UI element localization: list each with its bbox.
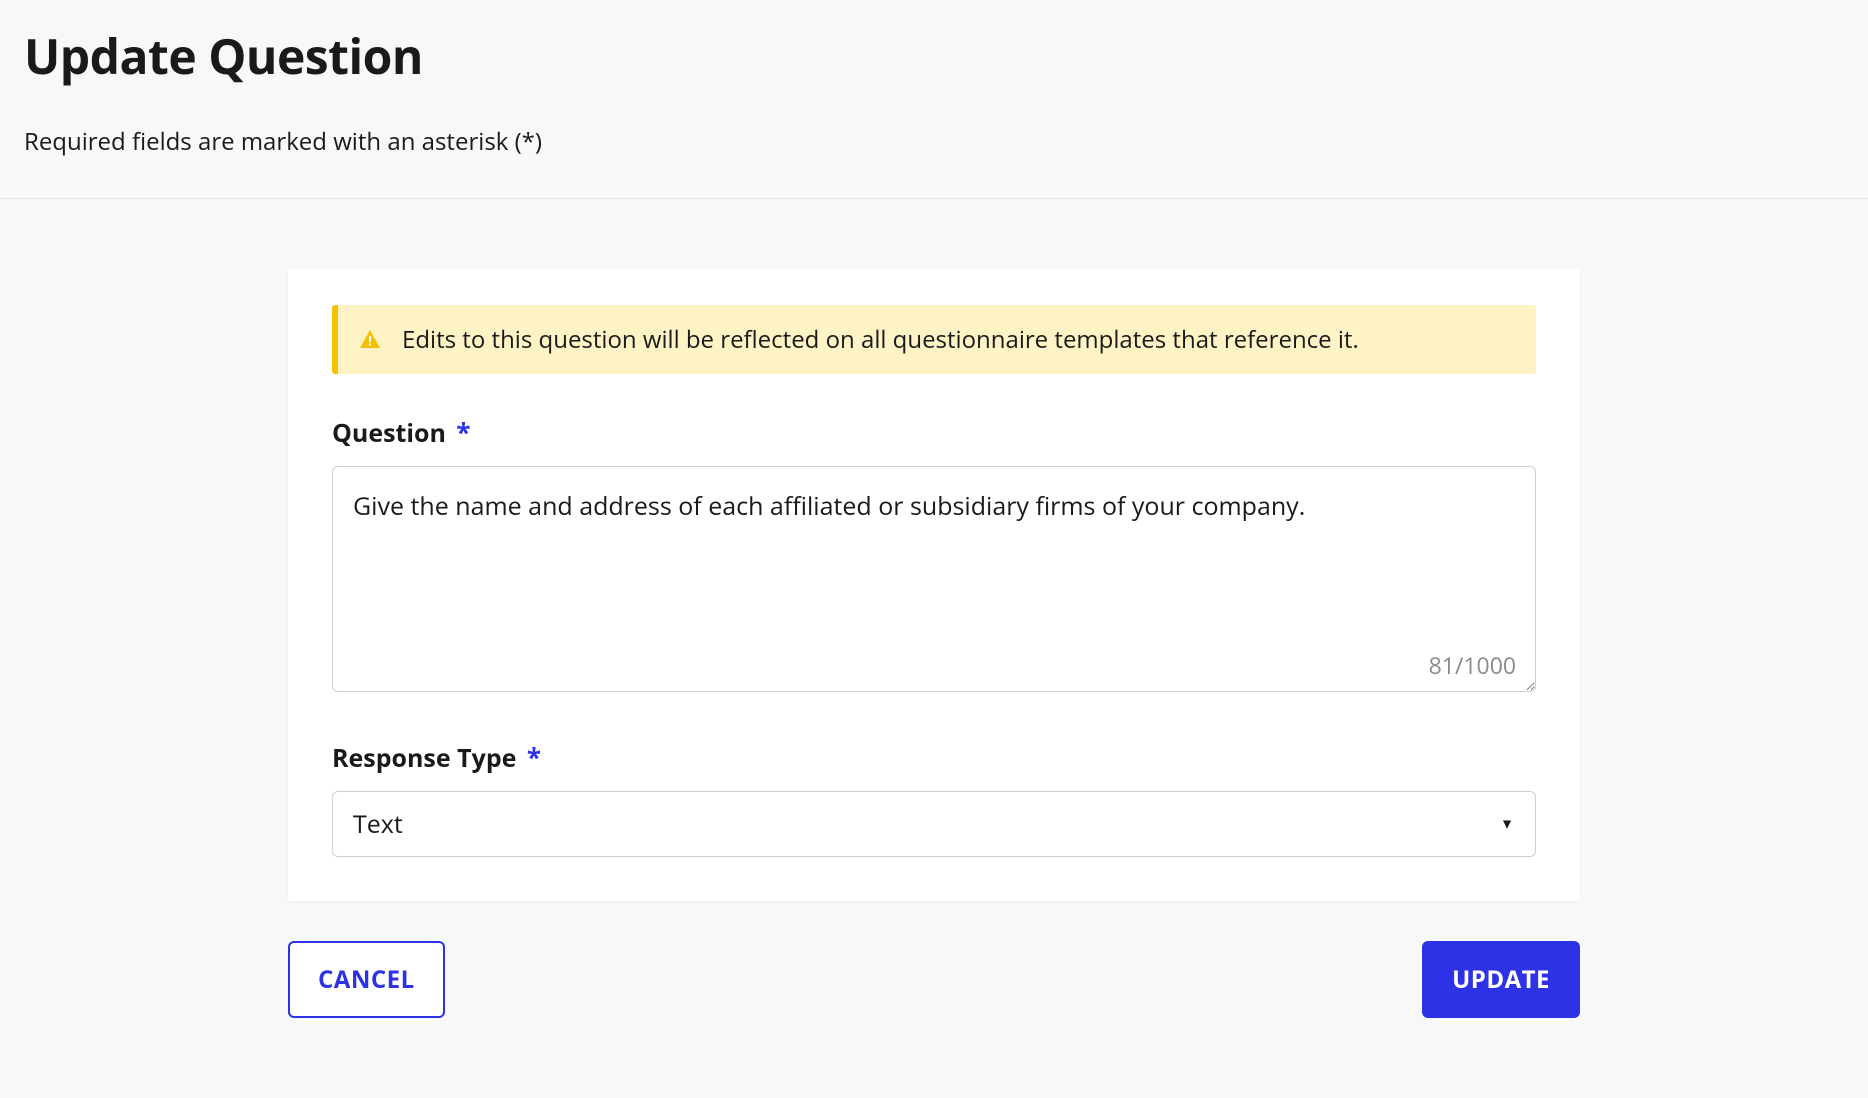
button-row: CANCEL UPDATE <box>288 941 1580 1018</box>
warning-icon <box>358 328 382 352</box>
response-type-label: Response Type * <box>332 739 541 775</box>
question-textarea-wrapper: 81/1000 <box>332 466 1536 697</box>
response-type-label-text: Response Type <box>332 741 516 775</box>
warning-alert: Edits to this question will be reflected… <box>332 305 1536 374</box>
question-label-text: Question <box>332 416 446 450</box>
form-card: Edits to this question will be reflected… <box>288 269 1580 901</box>
page-header: Update Question Required fields are mark… <box>0 0 1868 199</box>
required-asterisk: * <box>527 739 541 775</box>
page-title: Update Question <box>24 24 1844 89</box>
response-type-select[interactable]: Text <box>332 791 1536 857</box>
question-field-group: Question * 81/1000 <box>332 414 1536 697</box>
required-fields-note: Required fields are marked with an aster… <box>24 125 1844 158</box>
required-asterisk: * <box>456 414 470 450</box>
warning-text: Edits to this question will be reflected… <box>402 323 1359 356</box>
response-type-select-wrapper: Text ▼ <box>332 791 1536 857</box>
cancel-button[interactable]: CANCEL <box>288 941 445 1018</box>
question-label: Question * <box>332 414 471 450</box>
main-content: Edits to this question will be reflected… <box>0 199 1868 1018</box>
question-textarea[interactable] <box>332 466 1536 692</box>
update-button[interactable]: UPDATE <box>1422 941 1580 1018</box>
response-type-field-group: Response Type * Text ▼ <box>332 739 1536 857</box>
